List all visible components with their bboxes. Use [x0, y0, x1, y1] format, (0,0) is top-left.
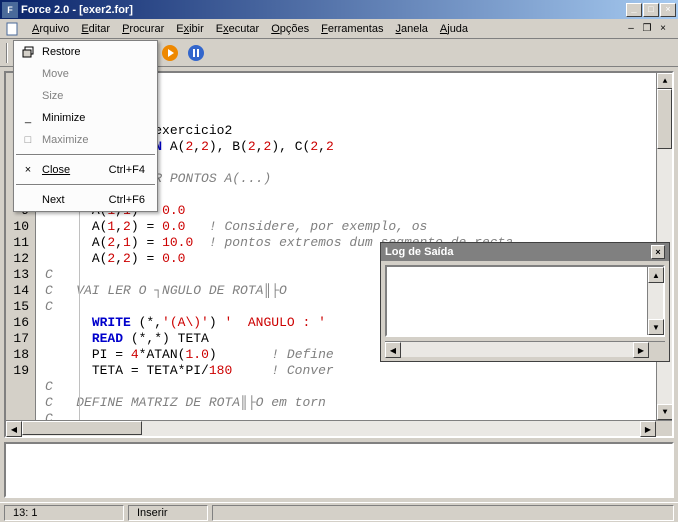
menu-procurar[interactable]: Procurar	[116, 21, 170, 37]
menu-close[interactable]: × Close Ctrl+F4	[14, 159, 157, 181]
close-icon: ×	[18, 164, 38, 176]
line-number: 13	[6, 267, 29, 283]
code-line[interactable]: A(1,2) = 0.0 ! Considere, por exemplo, o…	[45, 219, 656, 235]
menu-next[interactable]: Next Ctrl+F6	[14, 189, 157, 211]
line-number: 12	[6, 251, 29, 267]
restore-icon	[18, 46, 38, 58]
app-icon: F	[2, 2, 18, 18]
scroll-up-button[interactable]: ▲	[648, 267, 664, 283]
menu-separator	[16, 154, 155, 156]
line-number: 14	[6, 283, 29, 299]
document-icon[interactable]	[4, 21, 20, 37]
menu-label: Restore	[38, 46, 153, 58]
title-bar: F Force 2.0 - [exer2.for] _ □ ×	[0, 0, 678, 19]
menu-shortcut: Ctrl+F4	[109, 164, 153, 176]
menu-ferramentas[interactable]: Ferramentas	[315, 21, 389, 37]
code-line[interactable]: TETA = TETA*PI/180 ! Conver	[45, 363, 656, 379]
menu-move: Move	[14, 63, 157, 85]
log-title-text: Log de Saída	[385, 246, 453, 258]
menu-maximize: □ Maximize	[14, 129, 157, 151]
log-title-bar[interactable]: Log de Saída ×	[381, 243, 669, 261]
menu-label: Size	[38, 90, 153, 102]
menu-opcoes[interactable]: Opções	[265, 21, 315, 37]
output-panel[interactable]	[4, 442, 674, 498]
status-position: 13: 1	[4, 505, 124, 521]
log-content[interactable]	[387, 267, 647, 335]
status-bar: 13: 1 Inserir	[0, 502, 678, 522]
menu-executar[interactable]: Executar	[210, 21, 265, 37]
menu-exibir[interactable]: Exibir	[170, 21, 210, 37]
line-number: 16	[6, 315, 29, 331]
log-panel: Log de Saída × ▲ ▼ ◀ ▶	[380, 242, 670, 362]
menu-label: Minimize	[38, 112, 153, 124]
log-vertical-scrollbar[interactable]: ▲ ▼	[647, 267, 663, 335]
menu-label: Move	[38, 68, 153, 80]
scroll-right-button[interactable]: ▶	[633, 342, 649, 358]
code-line[interactable]: C	[45, 411, 656, 420]
line-number: 17	[6, 331, 29, 347]
compile-button[interactable]	[158, 41, 182, 65]
menu-minimize[interactable]: _ Minimize	[14, 107, 157, 129]
line-number: 11	[6, 235, 29, 251]
pause-button[interactable]	[184, 41, 208, 65]
line-number: 19	[6, 363, 29, 379]
menu-shortcut: Ctrl+F6	[109, 194, 153, 206]
mdi-close-button[interactable]: ×	[656, 22, 670, 36]
code-line[interactable]: C DEFINE MATRIZ DE ROTA║├O em torn	[45, 395, 656, 411]
status-mode: Inserir	[128, 505, 208, 521]
menu-label: Next	[38, 194, 109, 206]
scroll-down-button[interactable]: ▼	[657, 404, 672, 420]
code-line[interactable]: C	[45, 379, 656, 395]
scroll-up-button[interactable]: ▲	[657, 73, 672, 89]
maximize-button[interactable]: □	[643, 3, 659, 17]
line-number: 18	[6, 347, 29, 363]
window-system-menu: Restore Move Size _ Minimize □ Maximize …	[13, 40, 158, 212]
close-button[interactable]: ×	[660, 3, 676, 17]
line-number: 10	[6, 219, 29, 235]
maximize-icon: □	[18, 134, 38, 146]
minimize-button[interactable]: _	[626, 3, 642, 17]
scroll-down-button[interactable]: ▼	[648, 319, 664, 335]
menu-editar[interactable]: Editar	[75, 21, 116, 37]
log-horizontal-scrollbar[interactable]: ◀ ▶	[385, 341, 665, 357]
scroll-left-button[interactable]: ◀	[385, 342, 401, 358]
scroll-left-button[interactable]: ◀	[6, 421, 22, 437]
menu-separator	[16, 184, 155, 186]
mdi-restore-button[interactable]: ❐	[640, 22, 654, 36]
mdi-minimize-button[interactable]: –	[624, 22, 638, 36]
status-message	[212, 505, 674, 521]
log-close-button[interactable]: ×	[651, 245, 665, 259]
menu-label: Close	[38, 164, 109, 176]
menu-janela[interactable]: Janela	[389, 21, 433, 37]
menu-ajuda[interactable]: Ajuda	[434, 21, 474, 37]
menu-label: Maximize	[38, 134, 153, 146]
scroll-right-button[interactable]: ▶	[640, 421, 656, 437]
menu-size: Size	[14, 85, 157, 107]
menu-restore[interactable]: Restore	[14, 41, 157, 63]
menu-arquivo[interactable]: Arquivo	[26, 21, 75, 37]
minimize-icon: _	[18, 112, 38, 124]
line-number: 15	[6, 299, 29, 315]
menu-bar: Arquivo Editar Procurar Exibir Executar …	[0, 19, 678, 39]
window-title: Force 2.0 - [exer2.for]	[21, 4, 626, 16]
horizontal-scrollbar[interactable]: ◀ ▶	[6, 420, 672, 436]
